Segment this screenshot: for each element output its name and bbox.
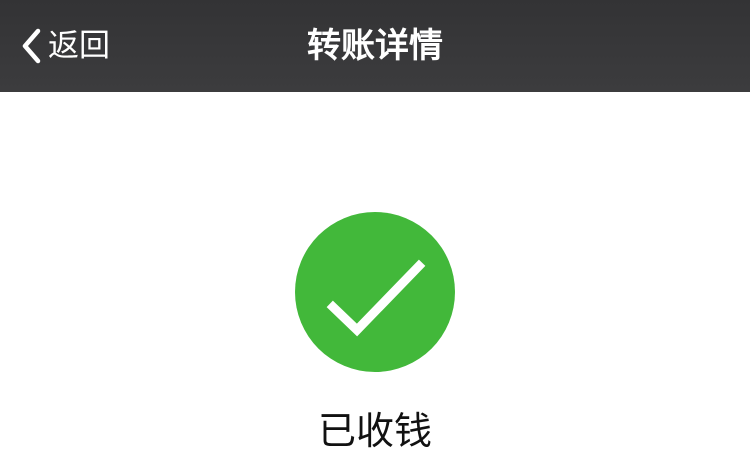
chevron-left-icon [18,26,46,66]
status-text: 已收钱 [317,409,432,453]
check-circle-icon [295,212,455,372]
back-label: 返回 [48,28,110,64]
navigation-bar: 返回 转账详情 [0,0,750,92]
back-button[interactable]: 返回 [18,24,110,68]
page-title: 转账详情 [307,26,443,66]
transfer-detail-content: 已收钱 [0,92,750,453]
